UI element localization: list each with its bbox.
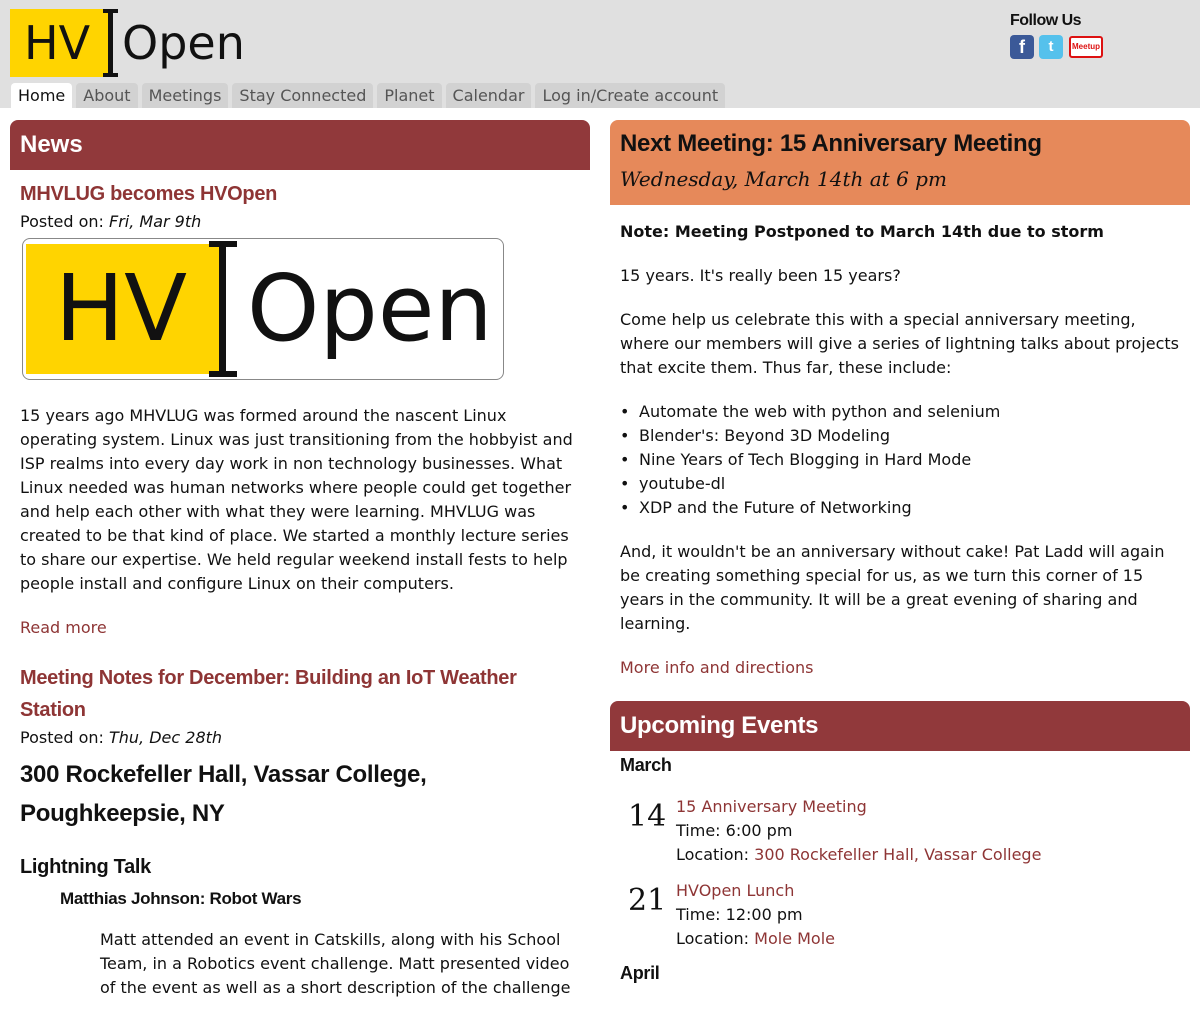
news-heading: News bbox=[10, 120, 590, 170]
next-meeting-title: Next Meeting: 15 Anniversary Meeting bbox=[620, 130, 1042, 157]
event-day: 14 bbox=[628, 799, 667, 834]
news-article-2: Meeting Notes for December: Building an … bbox=[10, 640, 590, 1000]
talk-list: Automate the web with python and seleniu… bbox=[620, 400, 1180, 520]
read-more-link[interactable]: Read more bbox=[20, 616, 107, 640]
event-item: 14 15 Anniversary Meeting Time: 6:00 pm … bbox=[610, 795, 1190, 879]
image-bracket-top bbox=[209, 241, 237, 247]
list-item: youtube-dl bbox=[620, 472, 1180, 496]
posted-date: Fri, Mar 9th bbox=[108, 212, 202, 231]
upcoming-events-heading: Upcoming Events bbox=[610, 701, 1190, 751]
event-day: 21 bbox=[628, 883, 667, 918]
article-body: 15 years ago MHVLUG was formed around th… bbox=[20, 406, 573, 593]
event-title-link[interactable]: HVOpen Lunch bbox=[676, 879, 835, 903]
location-heading: 300 Rockefeller Hall, Vassar College, Po… bbox=[20, 761, 427, 827]
follow-us-label: Follow Us bbox=[1010, 12, 1082, 29]
facebook-icon[interactable]: f bbox=[1010, 35, 1034, 59]
event-time-value: 6:00 pm bbox=[725, 821, 793, 840]
month-heading-april: April bbox=[620, 963, 660, 983]
more-info-link[interactable]: More info and directions bbox=[620, 656, 813, 680]
event-info: 15 Anniversary Meeting Time: 6:00 pm Loc… bbox=[676, 795, 1041, 867]
month-heading-march: March bbox=[620, 755, 672, 775]
image-bracket bbox=[219, 241, 226, 377]
logo-bracket-bottom bbox=[103, 73, 118, 77]
event-time: Time: 12:00 pm bbox=[676, 903, 835, 927]
article-title-link[interactable]: MHVLUG becomes HVOpen bbox=[20, 178, 580, 210]
postponed-note: Note: Meeting Postponed to March 14th du… bbox=[620, 222, 1104, 241]
event-location: Location: 300 Rockefeller Hall, Vassar C… bbox=[676, 843, 1041, 867]
nav-tab-calendar[interactable]: Calendar bbox=[445, 83, 532, 108]
meeting-para-1: 15 years. It's really been 15 years? bbox=[620, 266, 901, 285]
posted-label: Posted on: bbox=[20, 728, 104, 747]
event-time-label: Time: bbox=[676, 905, 721, 924]
next-meeting-body: Note: Meeting Postponed to March 14th du… bbox=[610, 205, 1190, 680]
event-location-label: Location: bbox=[676, 845, 750, 864]
event-title-link[interactable]: 15 Anniversary Meeting bbox=[676, 795, 1041, 819]
image-open-text: Open bbox=[247, 255, 493, 362]
nav-tab-login[interactable]: Log in/Create account bbox=[535, 83, 726, 108]
event-location: Location: Mole Mole bbox=[676, 927, 835, 951]
nav-tab-home[interactable]: Home bbox=[11, 83, 73, 108]
logo-bracket bbox=[108, 9, 113, 77]
logo-bracket-top bbox=[103, 9, 118, 13]
meetup-icon[interactable]: Meetup bbox=[1069, 36, 1103, 58]
meeting-para-3: And, it wouldn't be an anniversary witho… bbox=[620, 542, 1165, 633]
main-nav: Home About Meetings Stay Connected Plane… bbox=[11, 83, 726, 108]
posted-label: Posted on: bbox=[20, 212, 104, 231]
next-meeting-header: Next Meeting: 15 Anniversary Meeting Wed… bbox=[610, 120, 1190, 205]
nav-tab-stay-connected[interactable]: Stay Connected bbox=[232, 83, 374, 108]
logo-open-text: Open bbox=[122, 16, 245, 70]
nav-tab-meetings[interactable]: Meetings bbox=[141, 83, 229, 108]
logo-hv-text: HV bbox=[24, 16, 91, 70]
posted-on: Posted on: Thu, Dec 28th bbox=[20, 726, 580, 750]
talk-heading: Matthias Johnson: Robot Wars bbox=[60, 889, 302, 908]
list-item: Nine Years of Tech Blogging in Hard Mode bbox=[620, 448, 1180, 472]
event-location-link[interactable]: 300 Rockefeller Hall, Vassar College bbox=[754, 845, 1041, 864]
event-item: 21 HVOpen Lunch Time: 12:00 pm Location:… bbox=[610, 879, 1190, 963]
list-item: Blender's: Beyond 3D Modeling bbox=[620, 424, 1180, 448]
image-hv-text: HV bbox=[55, 255, 188, 362]
site-logo[interactable]: HV Open bbox=[10, 9, 250, 77]
event-info: HVOpen Lunch Time: 12:00 pm Location: Mo… bbox=[676, 879, 835, 951]
event-time: Time: 6:00 pm bbox=[676, 819, 1041, 843]
site-header: HV Open Follow Us f t Meetup Home About … bbox=[0, 0, 1200, 108]
news-column: News MHVLUG becomes HVOpen Posted on: Fr… bbox=[10, 120, 590, 1000]
section-heading: Lightning Talk bbox=[20, 856, 151, 878]
news-article-1: MHVLUG becomes HVOpen Posted on: Fri, Ma… bbox=[10, 170, 590, 640]
twitter-icon[interactable]: t bbox=[1039, 35, 1063, 59]
next-meeting-date: Wednesday, March 14th at 6 pm bbox=[620, 167, 947, 191]
article-title-link[interactable]: Meeting Notes for December: Building an … bbox=[20, 662, 580, 726]
talk-body: Matt attended an event in Catskills, alo… bbox=[100, 930, 571, 997]
meeting-para-2: Come help us celebrate this with a speci… bbox=[620, 310, 1179, 377]
article-logo-image: HV Open bbox=[22, 238, 504, 380]
sidebar-column: Next Meeting: 15 Anniversary Meeting Wed… bbox=[610, 120, 1190, 985]
posted-on: Posted on: Fri, Mar 9th bbox=[20, 210, 580, 234]
event-time-value: 12:00 pm bbox=[725, 905, 803, 924]
list-item: Automate the web with python and seleniu… bbox=[620, 400, 1180, 424]
nav-tab-planet[interactable]: Planet bbox=[377, 83, 442, 108]
list-item: XDP and the Future of Networking bbox=[620, 496, 1180, 520]
nav-tab-about[interactable]: About bbox=[76, 83, 138, 108]
image-bracket-bottom bbox=[209, 371, 237, 377]
posted-date: Thu, Dec 28th bbox=[108, 728, 223, 747]
event-time-label: Time: bbox=[676, 821, 721, 840]
event-location-link[interactable]: Mole Mole bbox=[754, 929, 835, 948]
event-location-label: Location: bbox=[676, 929, 750, 948]
